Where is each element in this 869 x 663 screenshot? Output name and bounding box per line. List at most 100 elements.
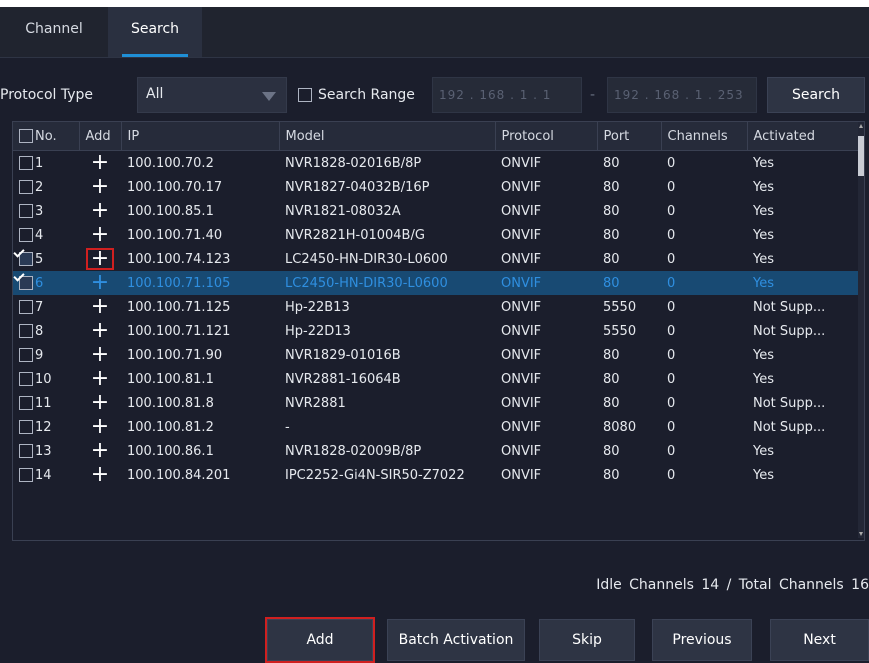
- port-cell: 80: [603, 395, 620, 411]
- add-device-plus-icon[interactable]: +: [87, 392, 113, 414]
- table-scrollbar[interactable]: [858, 122, 864, 538]
- header-model: Model: [279, 122, 496, 151]
- row-number: 7: [35, 299, 44, 315]
- add-device-plus-icon[interactable]: +: [87, 416, 113, 438]
- row-checkbox[interactable]: [19, 420, 33, 434]
- add-device-plus-icon[interactable]: +: [87, 200, 113, 222]
- row-checkbox[interactable]: [19, 324, 33, 338]
- add-device-plus-icon[interactable]: +: [87, 368, 113, 390]
- row-checkbox[interactable]: [19, 156, 33, 170]
- table-row[interactable]: 6 +100.100.71.105 LC2450-HN-DIR30-L0600 ONV…: [13, 271, 858, 295]
- row-number: 8: [35, 323, 44, 339]
- ip-cell: 100.100.81.1: [127, 371, 214, 387]
- row-checkbox[interactable]: [19, 252, 33, 266]
- table-row[interactable]: 13 +100.100.86.1 NVR1828-02009B/8P ONVIF 80 0…: [13, 439, 858, 463]
- row-checkbox[interactable]: [19, 228, 33, 242]
- table-row[interactable]: 1 +100.100.70.2 NVR1828-02016B/8P ONVIF 80 0 Y…: [13, 151, 858, 176]
- model-cell: NVR1821-08032A: [285, 203, 401, 219]
- protocol-cell: ONVIF: [501, 227, 542, 243]
- row-checkbox[interactable]: [19, 180, 33, 194]
- port-cell: 5550: [603, 323, 637, 339]
- add-device-plus-icon[interactable]: +: [87, 152, 113, 174]
- add-device-plus-icon[interactable]: +: [87, 296, 113, 318]
- row-checkbox[interactable]: [19, 276, 33, 290]
- table-header-row: No. Add IP Model Protocol Port Channels …: [13, 122, 859, 151]
- row-checkbox[interactable]: [19, 444, 33, 458]
- row-checkbox[interactable]: [19, 372, 33, 386]
- add-cell: +: [79, 391, 121, 415]
- row-checkbox[interactable]: [19, 300, 33, 314]
- row-number: 10: [35, 371, 52, 387]
- channels-cell: 0: [667, 467, 676, 483]
- scrollbar-thumb[interactable]: [858, 136, 864, 176]
- ip-cell: 100.100.70.2: [127, 155, 214, 171]
- activated-cell: Yes: [753, 443, 774, 459]
- channels-cell: 0: [667, 203, 676, 219]
- table-row[interactable]: 8 +100.100.71.121 Hp-22D13 ONVIF 5550 0 Not Su…: [13, 319, 858, 343]
- channel-status: Idle Channels 14 / Total Channels 16: [596, 577, 869, 593]
- table-row[interactable]: 14 +100.100.84.201 IPC2252-Gi4N-SIR50-Z702…: [13, 463, 858, 487]
- model-cell: Hp-22B13: [285, 299, 350, 315]
- port-cell: 80: [603, 179, 620, 195]
- tab-channel[interactable]: Channel: [0, 7, 108, 57]
- table-row[interactable]: 7 +100.100.71.125 Hp-22B13 ONVIF 5550 0 Not Su…: [13, 295, 858, 319]
- row-checkbox[interactable]: [19, 468, 33, 482]
- row-checkbox[interactable]: [19, 348, 33, 362]
- table-row[interactable]: 11 +100.100.81.8 NVR2881 ONVIF 80 0 Not Supp..…: [13, 391, 858, 415]
- header-add: Add: [79, 122, 122, 151]
- protocol-type-dropdown[interactable]: All: [137, 77, 287, 113]
- scroll-up-icon[interactable]: [859, 124, 863, 128]
- row-number-cell: 14: [13, 463, 79, 487]
- port-cell: 80: [603, 155, 620, 171]
- header-no[interactable]: No.: [13, 122, 80, 151]
- row-number-cell: 6: [13, 271, 79, 295]
- table-row[interactable]: 5 +100.100.74.123 LC2450-HN-DIR30-L0600 ONV…: [13, 247, 858, 271]
- protocol-cell: ONVIF: [501, 179, 542, 195]
- skip-button[interactable]: Skip: [539, 619, 635, 661]
- table-row[interactable]: 12 +100.100.81.2 - ONVIF 8080 0 Not Supp...: [13, 415, 858, 439]
- table-row[interactable]: 4 +100.100.71.40 NVR2821H-01004B/G ONVIF 80 0…: [13, 223, 858, 247]
- range-end-ip-input[interactable]: 192 . 168 . 1 . 253: [607, 77, 757, 113]
- protocol-cell: ONVIF: [501, 371, 542, 387]
- row-checkbox[interactable]: [19, 396, 33, 410]
- add-device-plus-icon[interactable]: +: [87, 224, 113, 246]
- ip-cell: 100.100.86.1: [127, 443, 214, 459]
- add-device-plus-icon[interactable]: +: [86, 248, 114, 270]
- add-cell: +: [79, 343, 121, 367]
- add-device-plus-icon[interactable]: +: [87, 320, 113, 342]
- batch-activation-button[interactable]: Batch Activation: [387, 619, 525, 661]
- port-cell: 80: [603, 203, 620, 219]
- activated-cell: Yes: [753, 251, 774, 267]
- search-toolbar: Protocol Type All Search Range 192 . 168…: [0, 71, 869, 121]
- table-row[interactable]: 3 +100.100.85.1 NVR1821-08032A ONVIF 80 0 Yes: [13, 199, 858, 223]
- add-button[interactable]: Add: [265, 617, 375, 663]
- port-cell: 80: [597, 271, 661, 295]
- previous-button[interactable]: Previous: [652, 619, 752, 661]
- scroll-down-icon[interactable]: [859, 532, 863, 536]
- search-range-checkbox[interactable]: [298, 88, 312, 102]
- model-cell: -: [285, 419, 290, 435]
- add-device-plus-icon[interactable]: +: [87, 464, 113, 486]
- protocol-cell: ONVIF: [495, 271, 597, 295]
- activated-cell: Yes: [753, 371, 774, 387]
- search-button[interactable]: Search: [767, 77, 865, 113]
- activated-cell: Not Supp...: [753, 419, 826, 435]
- table-row[interactable]: 2 +100.100.70.17 NVR1827-04032B/16P ONVIF 80…: [13, 175, 858, 199]
- tab-search[interactable]: Search: [108, 7, 202, 57]
- add-cell: +: [79, 367, 121, 391]
- table-row[interactable]: 9 +100.100.71.90 NVR1829-01016B ONVIF 80 0 Yes: [13, 343, 858, 367]
- select-all-checkbox[interactable]: [19, 129, 33, 143]
- range-start-ip-input[interactable]: 192 . 168 . 1 . 1: [432, 77, 582, 113]
- model-cell: LC2450-HN-DIR30-L0600: [285, 251, 448, 267]
- add-device-plus-icon[interactable]: +: [87, 176, 113, 198]
- channels-cell: 0: [667, 251, 676, 267]
- table-row[interactable]: 10 +100.100.81.1 NVR2881-16064B ONVIF 80 0 Yes: [13, 367, 858, 391]
- add-cell: +: [79, 319, 121, 343]
- next-button[interactable]: Next: [770, 619, 869, 661]
- tab-bar: Channel Search: [0, 7, 869, 58]
- add-device-plus-icon[interactable]: +: [87, 272, 113, 294]
- header-protocol: Protocol: [495, 122, 598, 151]
- add-device-plus-icon[interactable]: +: [87, 344, 113, 366]
- add-device-plus-icon[interactable]: +: [87, 440, 113, 462]
- row-checkbox[interactable]: [19, 204, 33, 218]
